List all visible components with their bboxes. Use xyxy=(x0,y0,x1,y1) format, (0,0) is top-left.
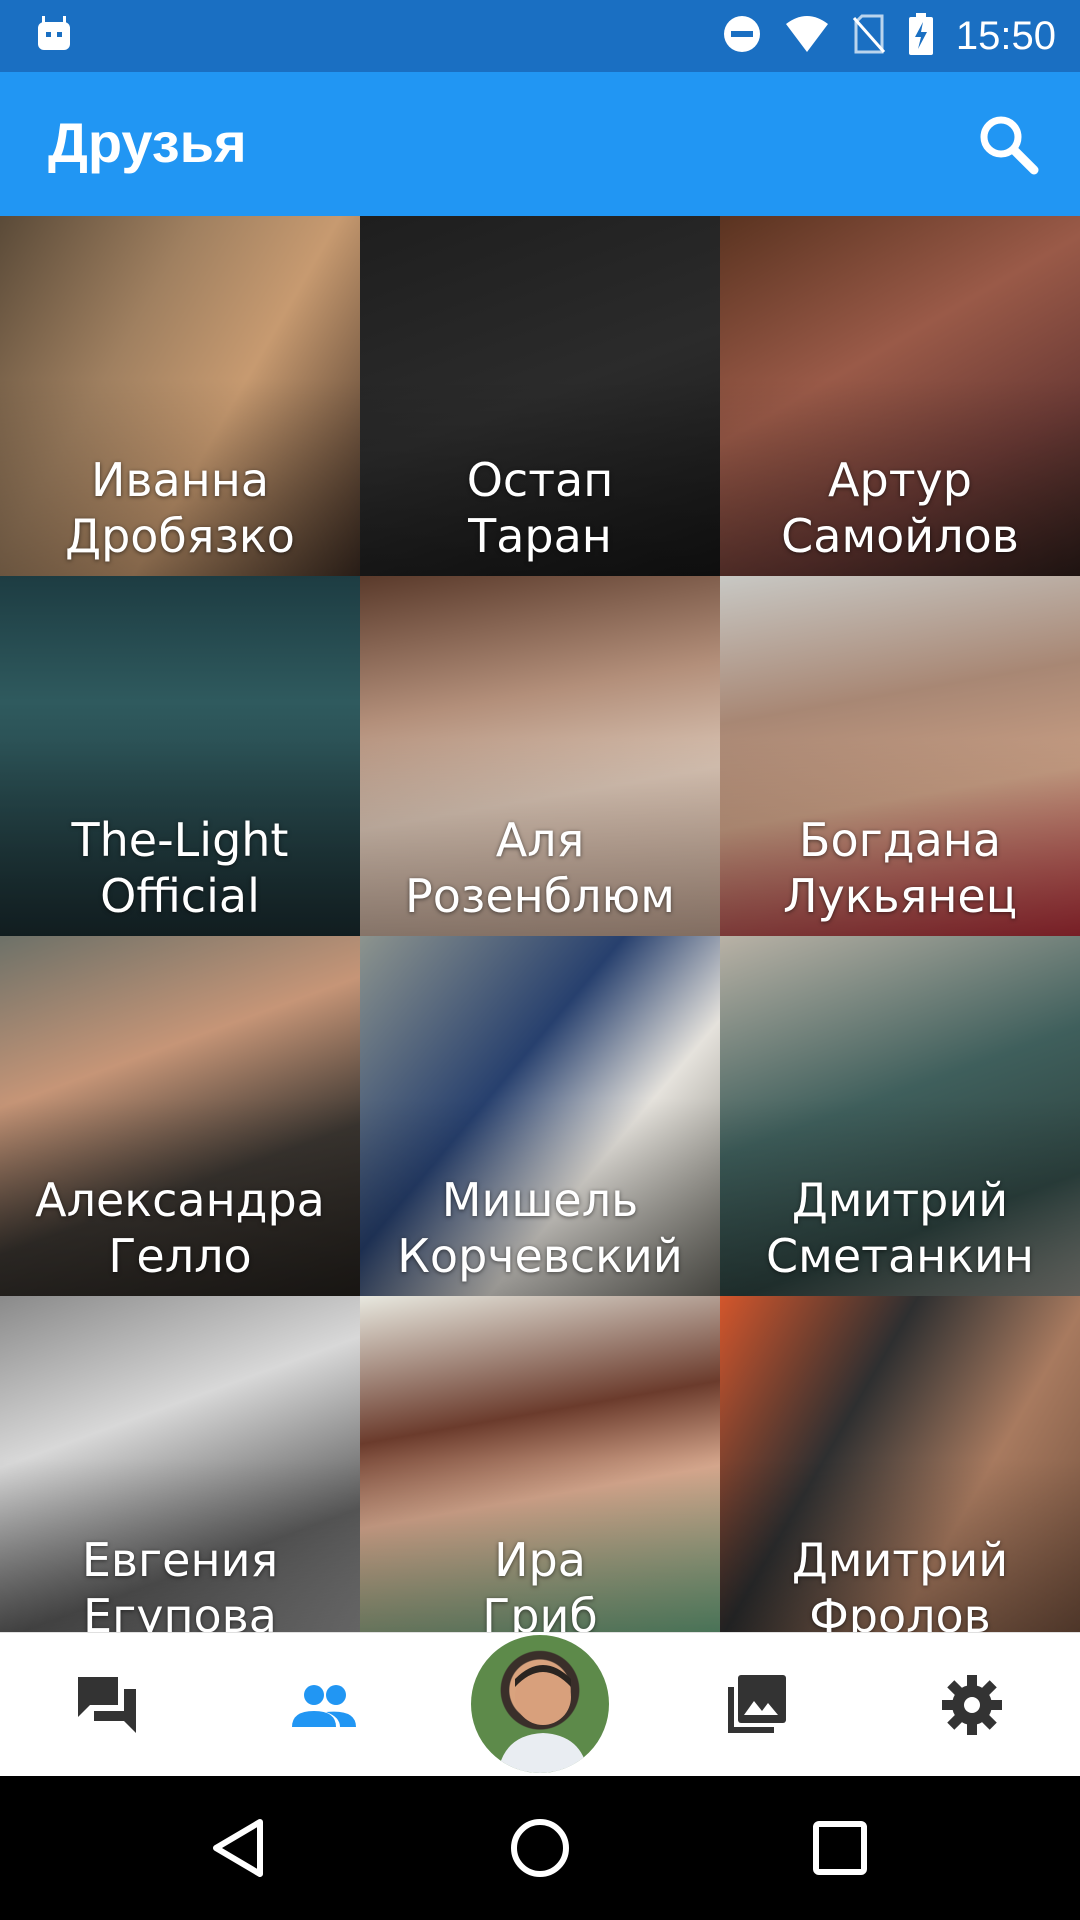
friend-name: Артур Самойлов xyxy=(781,453,1019,563)
page-title: Друзья xyxy=(48,111,247,174)
friend-name: Аля Розенблюм xyxy=(405,813,675,923)
friend-tile[interactable]: Остап Таран xyxy=(360,216,720,576)
friend-name: Остап Таран xyxy=(466,453,614,563)
search-button[interactable] xyxy=(974,110,1044,180)
home-icon xyxy=(511,1819,569,1877)
friends-grid: Иванна Дробязко Остап Таран Артур Самойлов … xyxy=(0,216,1080,1632)
app-bar: Друзья xyxy=(0,72,1080,216)
no-sim-icon xyxy=(852,14,886,59)
friend-tile[interactable]: Ира Гриб xyxy=(360,1296,720,1632)
recents-icon xyxy=(813,1821,867,1875)
friend-tile[interactable]: Богдана Лукьянец xyxy=(720,576,1080,936)
friend-name: Ира Гриб xyxy=(482,1533,598,1632)
friend-tile[interactable]: Дмитрий Фролов xyxy=(720,1296,1080,1632)
nav-settings[interactable] xyxy=(936,1669,1008,1741)
friend-name: Александра Гелло xyxy=(35,1173,325,1283)
home-button[interactable] xyxy=(508,1816,572,1880)
search-icon xyxy=(980,116,1039,175)
friend-name: Богдана Лукьянец xyxy=(782,813,1018,923)
friend-name: The-Light Official xyxy=(71,813,289,923)
friends-icon xyxy=(292,1685,356,1727)
nav-messages[interactable] xyxy=(72,1669,144,1741)
friend-name: Евгения Егупова xyxy=(81,1533,279,1632)
friend-tile[interactable]: Мишель Корчевский xyxy=(360,936,720,1296)
wifi-icon xyxy=(784,14,830,59)
friend-tile[interactable]: Дмитрий Сметанкин xyxy=(720,936,1080,1296)
messages-icon xyxy=(78,1677,136,1733)
friend-tile[interactable]: Евгения Егупова xyxy=(0,1296,360,1632)
status-time: 15:50 xyxy=(955,13,1056,58)
system-navigation-bar xyxy=(0,1776,1080,1920)
photos-icon xyxy=(728,1675,786,1733)
friend-name: Мишель Корчевский xyxy=(397,1173,683,1283)
friend-name: Дмитрий Сметанкин xyxy=(766,1173,1034,1283)
friend-tile[interactable]: Александра Гелло xyxy=(0,936,360,1296)
friend-tile[interactable]: Иванна Дробязко xyxy=(0,216,360,576)
do-not-disturb-icon xyxy=(722,14,762,59)
battery-charging-icon xyxy=(908,12,934,60)
android-icon xyxy=(36,14,72,59)
status-bar: 15:50 xyxy=(0,0,1080,72)
friend-tile[interactable]: Артур Самойлов xyxy=(720,216,1080,576)
profile-avatar[interactable] xyxy=(468,1632,612,1776)
recents-button[interactable] xyxy=(808,1816,872,1880)
friend-tile[interactable]: Аля Розенблюм xyxy=(360,576,720,936)
back-icon xyxy=(213,1819,263,1877)
settings-icon xyxy=(942,1675,1002,1735)
friend-name: Дмитрий Фролов xyxy=(791,1533,1009,1632)
nav-friends[interactable] xyxy=(288,1669,360,1741)
friend-name: Иванна Дробязко xyxy=(65,453,295,563)
back-button[interactable] xyxy=(206,1816,270,1880)
nav-photos[interactable] xyxy=(720,1669,792,1741)
friend-tile[interactable]: The-Light Official xyxy=(0,576,360,936)
